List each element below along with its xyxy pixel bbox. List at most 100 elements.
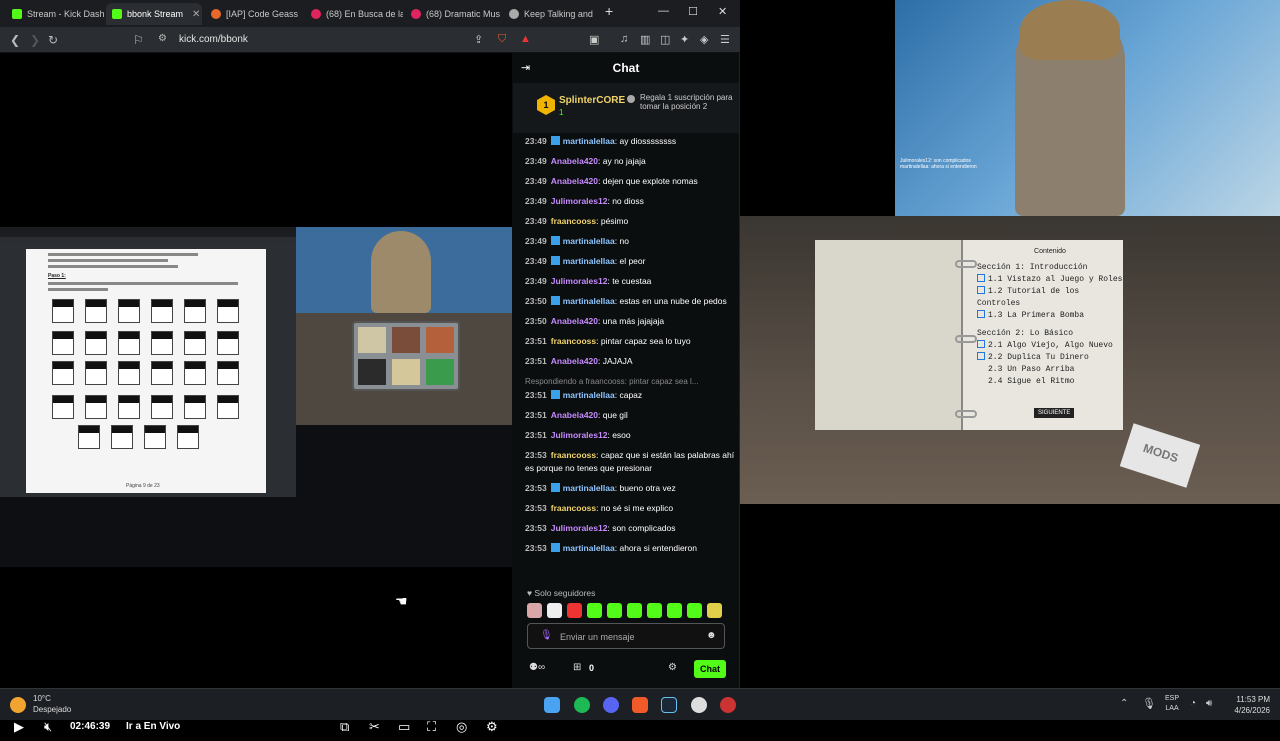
next-page-button[interactable]: SIGUIENTE bbox=[1034, 408, 1075, 418]
theater-mode-icon[interactable]: ▭ bbox=[398, 719, 410, 735]
spotify-icon[interactable] bbox=[574, 697, 590, 713]
obs-icon[interactable] bbox=[691, 697, 707, 713]
windows-start-icon[interactable] bbox=[544, 697, 560, 713]
gift-prompt-text[interactable]: Regala 1 suscripción para tomar la posic… bbox=[640, 93, 736, 111]
emote-icon[interactable] bbox=[607, 603, 622, 618]
maximize-icon[interactable]: ☐ bbox=[688, 5, 698, 18]
message-time: 23:51 bbox=[525, 430, 547, 440]
sidebar-icon[interactable]: ▣ bbox=[589, 33, 599, 46]
site-info-icon[interactable]: ⚙ bbox=[158, 33, 167, 44]
chat-input[interactable]: 🎙︎ Enviar un mensaje ☻ bbox=[527, 623, 725, 649]
message-username[interactable]: fraancooss bbox=[551, 450, 596, 460]
message-username[interactable]: Julimorales12 bbox=[551, 276, 608, 286]
reload-icon[interactable]: ↻ bbox=[48, 33, 58, 47]
message-username[interactable]: fraancooss bbox=[551, 336, 596, 346]
message-username[interactable]: Anabela420 bbox=[551, 316, 598, 326]
panel-icon[interactable]: ▥ bbox=[640, 33, 650, 46]
tab-en-busca[interactable]: (68) En Busca de la bbox=[305, 3, 403, 25]
rewards-icon[interactable]: ▲ bbox=[520, 33, 531, 45]
brave-browser-icon[interactable] bbox=[632, 697, 648, 713]
channel-points-icon[interactable]: ⚉∞ bbox=[529, 662, 545, 673]
back-icon[interactable]: ❮ bbox=[10, 33, 20, 47]
emote-icon[interactable] bbox=[627, 603, 642, 618]
emote-icon[interactable] bbox=[687, 603, 702, 618]
message-username[interactable]: Julimorales12 bbox=[551, 523, 608, 533]
tab-code-geass[interactable]: [IAP] Code Geass bbox=[205, 3, 303, 25]
vpn-icon[interactable]: ◈ bbox=[700, 33, 708, 46]
message-username[interactable]: Anabela420 bbox=[551, 410, 598, 420]
weather-widget[interactable]: 10°C Despejado bbox=[33, 693, 71, 715]
word-grid-cell bbox=[52, 361, 74, 385]
message-username[interactable]: Julimorales12 bbox=[551, 430, 608, 440]
leo-icon[interactable]: ✦ bbox=[680, 33, 689, 46]
emote-icon[interactable] bbox=[527, 603, 542, 618]
tab-stream-dashboard[interactable]: Stream - Kick Dash bbox=[6, 3, 106, 25]
contents-item[interactable]: 1.2 Tutorial de los Controles bbox=[977, 286, 1123, 310]
contents-item[interactable]: 2.4 Sigue el Ritmo bbox=[977, 376, 1123, 388]
discord-icon[interactable] bbox=[603, 697, 619, 713]
contents-item[interactable]: 1.3 La Primera Bomba bbox=[977, 310, 1123, 322]
message-username[interactable]: martinalellaa bbox=[563, 390, 615, 400]
mute-icon[interactable]: 🔇︎ bbox=[44, 719, 52, 735]
message-username[interactable]: martinalellaa bbox=[563, 296, 615, 306]
tab-dramatic-music[interactable]: (68) Dramatic Mus bbox=[405, 3, 503, 25]
emote-icon[interactable] bbox=[547, 603, 562, 618]
close-tab-icon[interactable]: ✕ bbox=[192, 9, 200, 20]
message-username[interactable]: fraancooss bbox=[551, 503, 596, 513]
media-icon[interactable]: ♫ bbox=[620, 33, 628, 45]
contents-item[interactable]: 2.2 Duplica Tu Dinero bbox=[977, 352, 1123, 364]
message-username[interactable]: martinalellaa bbox=[563, 236, 615, 246]
gift-box-icon[interactable]: ⊞ bbox=[573, 662, 581, 673]
message-username[interactable]: Anabela420 bbox=[551, 176, 598, 186]
message-username[interactable]: martinalellaa bbox=[563, 256, 615, 266]
message-username[interactable]: Julimorales12 bbox=[551, 196, 608, 206]
wallet-icon[interactable]: ◫ bbox=[660, 33, 670, 46]
emote-icon[interactable] bbox=[567, 603, 582, 618]
brave-shield-icon[interactable]: ⛉ bbox=[498, 33, 506, 46]
message-username[interactable]: Anabela420 bbox=[551, 156, 598, 166]
message-username[interactable]: martinalellaa bbox=[563, 136, 615, 146]
message-username[interactable]: Anabela420 bbox=[551, 356, 598, 366]
go-live-button[interactable]: Ir a En Vivo bbox=[126, 721, 180, 732]
minimize-icon[interactable]: — bbox=[658, 5, 669, 17]
mic-tray-icon[interactable]: 🎙︎ bbox=[1142, 697, 1156, 710]
contents-item[interactable]: 1.1 Vistazo al Juego y Roles bbox=[977, 274, 1123, 286]
emote-icon[interactable] bbox=[647, 603, 662, 618]
forward-icon[interactable]: ❯ bbox=[30, 33, 40, 47]
emote-icon[interactable] bbox=[587, 603, 602, 618]
message-username[interactable]: martinalellaa bbox=[563, 483, 615, 493]
wifi-icon[interactable]: ◔ bbox=[1190, 698, 1196, 709]
video-player[interactable]: Paso 1: Página 9 de 23 ☚ ▶ 🔇︎ 02:46:39 I… bbox=[0, 53, 512, 734]
bookmark-icon[interactable]: ⚐ bbox=[133, 33, 144, 47]
close-window-icon[interactable]: ✕ bbox=[718, 5, 727, 18]
menu-icon[interactable]: ☰ bbox=[720, 33, 730, 46]
system-clock[interactable]: 11:53 PM 4/26/2026 bbox=[1226, 694, 1270, 716]
contents-item[interactable]: 2.1 Algo Viejo, Algo Nuevo bbox=[977, 340, 1123, 352]
tray-chevron-icon[interactable]: ⌃ bbox=[1120, 698, 1128, 709]
send-chat-button[interactable]: Chat bbox=[694, 660, 726, 678]
tab-keep-talking[interactable]: Keep Talking and bbox=[503, 3, 601, 25]
clip-icon[interactable]: ✂ bbox=[369, 719, 380, 735]
settings-gear-icon[interactable]: ⚙ bbox=[486, 719, 498, 735]
message-username[interactable]: martinalellaa bbox=[563, 543, 615, 553]
fullscreen-icon[interactable]: ⛶ bbox=[427, 719, 436, 735]
contents-item[interactable]: 2.3 Un Paso Arriba bbox=[977, 364, 1123, 376]
share-icon[interactable]: ⇪ bbox=[474, 33, 483, 46]
emote-icon[interactable] bbox=[667, 603, 682, 618]
tab-bbonk-stream[interactable]: bbonk Stream ✕ bbox=[106, 3, 202, 25]
emoji-icon[interactable]: ☻ bbox=[706, 630, 717, 641]
url-input[interactable]: kick.com/bbonk bbox=[179, 34, 248, 45]
message-username[interactable]: fraancooss bbox=[551, 216, 596, 226]
chat-settings-icon[interactable]: ⚙ bbox=[668, 662, 677, 673]
quality-icon[interactable]: ◎ bbox=[456, 719, 467, 735]
microphone-icon[interactable]: 🎙︎ bbox=[540, 630, 553, 641]
miniplayer-icon[interactable]: ⧉ bbox=[340, 719, 349, 735]
emote-icon[interactable] bbox=[707, 603, 722, 618]
game-icon[interactable] bbox=[720, 697, 736, 713]
volume-icon[interactable]: 🔊︎ bbox=[1206, 698, 1212, 709]
reply-context[interactable]: Respondiendo a fraancooss: pintar capaz … bbox=[525, 375, 735, 388]
steam-icon[interactable] bbox=[661, 697, 677, 713]
new-tab-button[interactable]: + bbox=[605, 3, 613, 19]
language-indicator[interactable]: ESP LAA bbox=[1165, 694, 1179, 714]
play-icon[interactable]: ▶ bbox=[14, 719, 24, 735]
